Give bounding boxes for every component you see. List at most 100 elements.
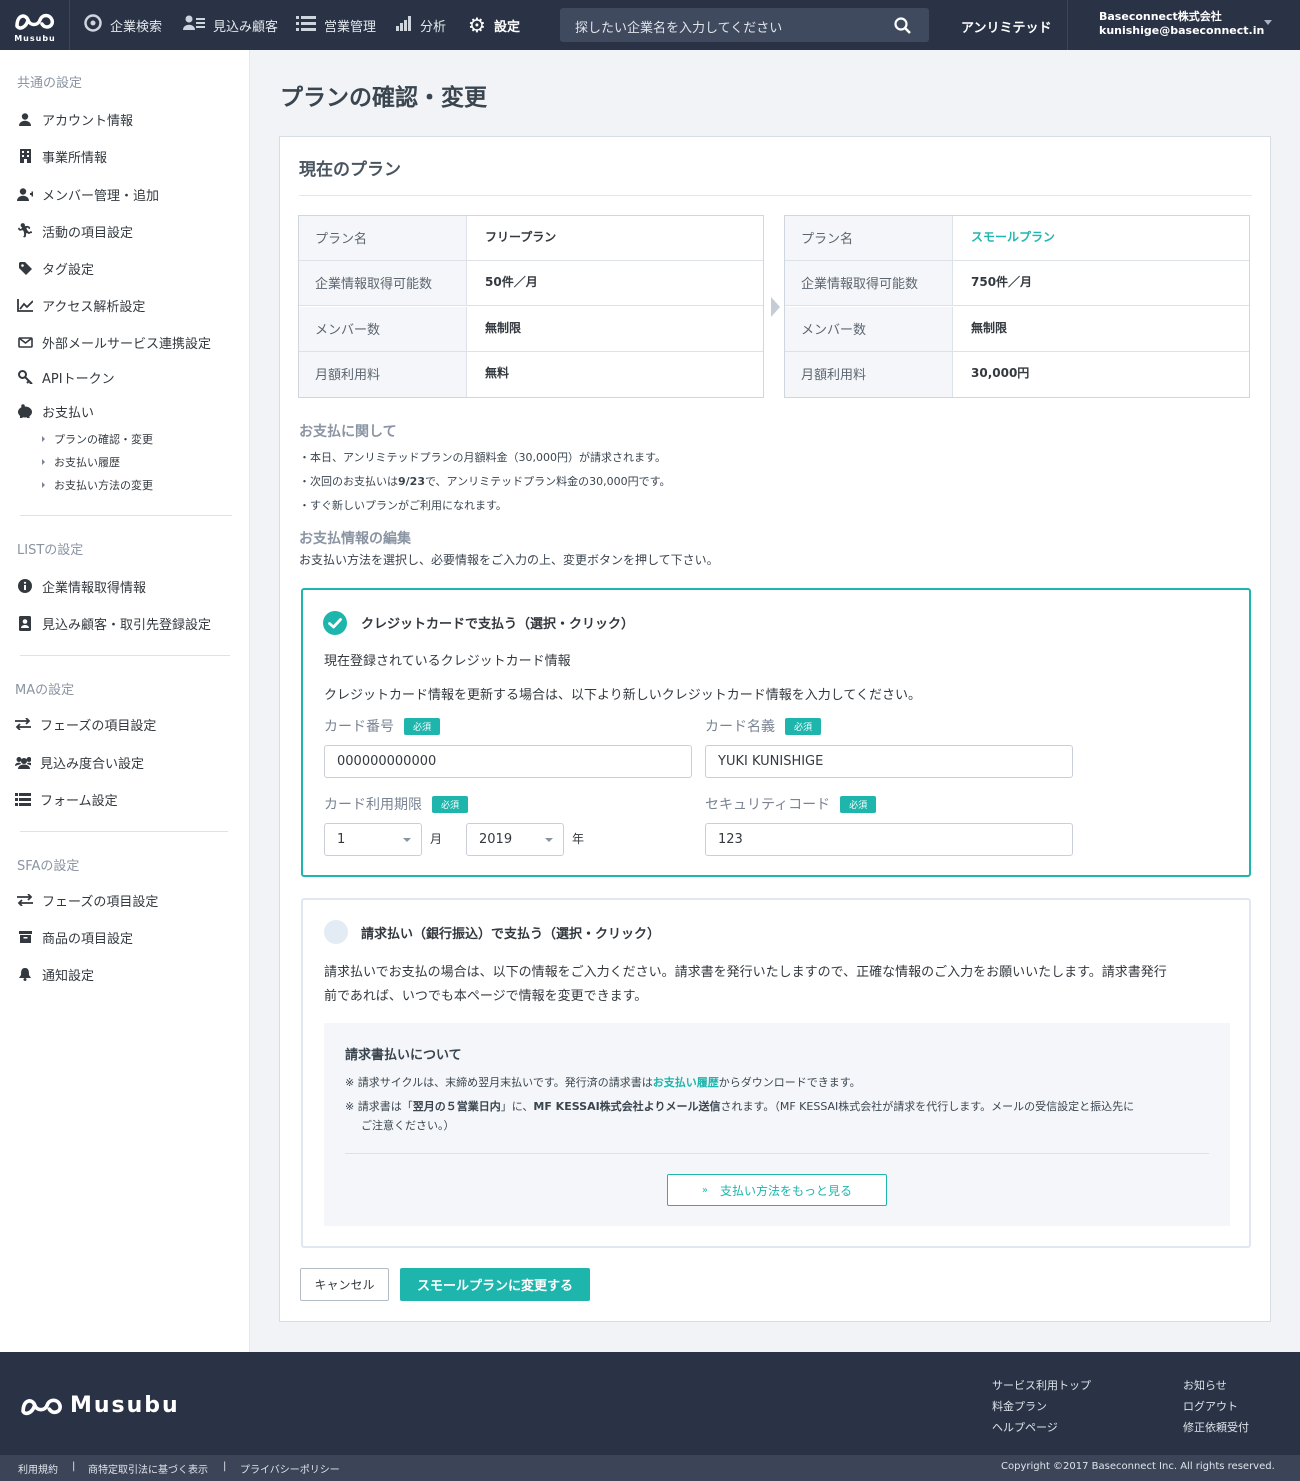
nav-settings[interactable]: ⚙ 設定 — [468, 0, 520, 50]
key-icon — [17, 370, 33, 384]
sidebar-item-sfa-product[interactable]: 商品の項目設定 — [17, 927, 133, 947]
sidebar-item-tags[interactable]: タグ設定 — [17, 258, 94, 278]
info-icon — [17, 579, 33, 593]
logo[interactable]: Musubu — [0, 0, 70, 50]
expiry-year-select[interactable]: 2019 — [466, 823, 564, 856]
sidebar-item-prospect-registration[interactable]: 見込み顧客・取引先登録設定 — [17, 613, 211, 633]
footer: Musubu サービス利用トップ 料金プラン ヘルプページ お知らせ ログアウト… — [0, 1352, 1300, 1455]
sidebar-item-notifications[interactable]: 通知設定 — [17, 964, 94, 984]
sidebar-item-company-info[interactable]: 企業情報取得情報 — [17, 576, 146, 596]
security-code-field[interactable]: 123 — [705, 823, 1073, 856]
sidebar-heading-common: 共通の設定 — [17, 76, 83, 91]
security-code-label: セキュリティコード 必須 — [705, 794, 877, 814]
sidebar-label: 見込み顧客・取引先登録設定 — [42, 617, 212, 633]
search-circle-icon — [84, 14, 102, 36]
footer-link-news[interactable]: お知らせ — [1183, 1377, 1227, 1393]
sidebar-item-members[interactable]: メンバー管理・追加 — [17, 184, 159, 204]
payment-note: ・次回のお支払いは9/23で、アンリミテッドプラン料金の30,000円です。 — [299, 473, 671, 489]
footer-link-privacy[interactable]: プライバシーポリシー — [240, 1461, 340, 1476]
footer-link-help[interactable]: ヘルプページ — [992, 1419, 1058, 1435]
sidebar-label: フェーズの項目設定 — [40, 718, 157, 734]
nav-prospects[interactable]: 見込み顧客 — [183, 0, 278, 50]
invoice-description: 請求払いでお支払の場合は、以下の情報をご入力ください。請求書を発行いたしますので… — [324, 965, 1167, 980]
sidebar-item-payment[interactable]: お支払い — [17, 401, 94, 421]
table-key: 月額利用料 — [299, 352, 467, 397]
sidebar-subitem-plan[interactable]: プランの確認・変更 — [42, 431, 153, 447]
sidebar-label: 企業情報取得情報 — [42, 580, 147, 596]
show-more-button[interactable]: » 支払い方法をもっと見る — [667, 1174, 887, 1206]
users-icon — [15, 756, 31, 769]
note-text: 」に、 — [500, 1100, 534, 1113]
footer-link-service-top[interactable]: サービス利用トップ — [992, 1377, 1091, 1393]
footer-link-terms[interactable]: 利用規約 — [18, 1461, 58, 1476]
year-unit: 年 — [572, 832, 585, 846]
old-plan-table: プラン名 フリープラン 企業情報取得可能数 50件／月 メンバー数 無制限 月額利用料… — [298, 215, 764, 398]
card-name-field[interactable]: YUKI KUNISHIGE — [705, 745, 1073, 778]
table-value: 無制限 — [485, 321, 522, 335]
search-input[interactable]: 探したい企業名を入力してください — [560, 8, 929, 42]
account-menu[interactable]: Baseconnect株式会社 kunishige@baseconnect.in — [1067, 0, 1300, 50]
separator: | — [72, 1461, 76, 1472]
change-plan-button[interactable]: スモールプランに変更する — [400, 1268, 590, 1301]
payment-history-link[interactable]: お支払い履歴 — [653, 1076, 719, 1089]
user-icon — [17, 112, 33, 126]
credit-card-option[interactable]: クレジットカードで支払う（選択・クリック） 現在登録されているクレジットカード情… — [301, 588, 1251, 877]
search-icon[interactable] — [894, 17, 911, 38]
sidebar-label: 事業所情報 — [42, 150, 108, 166]
search-placeholder: 探したい企業名を入力してください — [575, 21, 783, 36]
contact-book-icon — [17, 615, 33, 631]
footer-link-commercial-law[interactable]: 商特定取引法に基づく表示 — [88, 1461, 208, 1476]
sidebar-item-ma-phase[interactable]: フェーズの項目設定 — [15, 714, 156, 734]
required-badge: 必須 — [404, 717, 441, 735]
table-key: プラン名 — [299, 216, 467, 260]
top-header: Musubu 企業検索 見込み顧客 営業管理 分析 ⚙ 設定 探したい企業名を入… — [0, 0, 1300, 50]
footer-logo[interactable]: Musubu — [20, 1392, 180, 1418]
sidebar-heading-ma: MAの設定 — [15, 683, 75, 698]
next-payment-date: 9/23 — [398, 475, 425, 488]
running-icon: 🏃︎ — [16, 223, 34, 239]
sidebar-subitem-history[interactable]: お支払い履歴 — [42, 454, 120, 470]
sidebar-item-activity[interactable]: 🏃︎ 活動の項目設定 — [16, 221, 133, 241]
label-text: セキュリティコード — [705, 797, 831, 813]
sidebar-item-ma-probability[interactable]: 見込み度合い設定 — [15, 752, 144, 772]
footer-link-logout[interactable]: ログアウト — [1183, 1398, 1238, 1414]
divider — [20, 831, 228, 832]
cancel-button[interactable]: キャンセル — [300, 1268, 389, 1301]
sidebar-label: フェーズの項目設定 — [42, 894, 159, 910]
sidebar-item-account[interactable]: アカウント情報 — [17, 109, 133, 129]
footer-logo-text: Musubu — [70, 1392, 180, 1418]
sidebar-item-ma-form[interactable]: フォーム設定 — [15, 789, 118, 809]
invoice-about-title: 請求書払いについて — [345, 1048, 462, 1063]
nav-sales[interactable]: 営業管理 — [296, 0, 376, 50]
edit-description: お支払い方法を選択し、必要情報をご入力の上、変更ボタンを押して下さい。 — [299, 553, 719, 567]
sidebar-item-api-token[interactable]: APIトークン — [17, 367, 115, 387]
sidebar-item-sfa-phase[interactable]: フェーズの項目設定 — [17, 890, 158, 910]
note-text: からダウンロードできます。 — [718, 1076, 861, 1089]
payment-heading: お支払に関して — [299, 424, 397, 440]
sidebar-item-office[interactable]: 事業所情報 — [17, 146, 107, 166]
divider — [299, 195, 1252, 196]
footer-link-correction-request[interactable]: 修正依頼受付 — [1183, 1419, 1249, 1435]
table-key: メンバー数 — [299, 307, 467, 351]
note-text: ・次回のお支払いは — [299, 475, 398, 488]
sidebar-item-email-service[interactable]: 外部メールサービス連携設定 — [17, 332, 211, 352]
table-value: 750件／月 — [971, 275, 1033, 289]
sidebar-item-analytics[interactable]: アクセス解析設定 — [17, 295, 145, 315]
card-number-field[interactable]: 000000000000 — [324, 745, 692, 778]
nav-company-search[interactable]: 企業検索 — [84, 0, 162, 50]
table-key: 企業情報取得可能数 — [785, 261, 953, 305]
expiry-label: カード利用期限 必須 — [324, 794, 469, 814]
month-unit: 月 — [430, 832, 443, 846]
footer-link-pricing[interactable]: 料金プラン — [992, 1398, 1047, 1414]
copyright: Copyright ©2017 Baseconnect Inc. All rig… — [1001, 1461, 1275, 1472]
expiry-month-select[interactable]: 1 — [324, 823, 422, 856]
piggy-bank-icon — [17, 404, 33, 418]
envelope-icon — [17, 336, 33, 348]
bar-chart-icon — [396, 15, 412, 35]
invoice-option[interactable]: 請求払い（銀行振込）で支払う（選択・クリック） 請求払いでお支払の場合は、以下の… — [301, 898, 1251, 1248]
sidebar-subitem-method[interactable]: お支払い方法の変更 — [42, 477, 153, 493]
nav-label: 営業管理 — [324, 19, 377, 35]
plan-label: アンリミテッド — [961, 21, 1052, 36]
invoice-note: ※ 請求書は「翌月の５営業日内」に、MF KESSAI株式会社よりメール送信され… — [345, 1098, 1215, 1116]
nav-analytics[interactable]: 分析 — [396, 0, 446, 50]
